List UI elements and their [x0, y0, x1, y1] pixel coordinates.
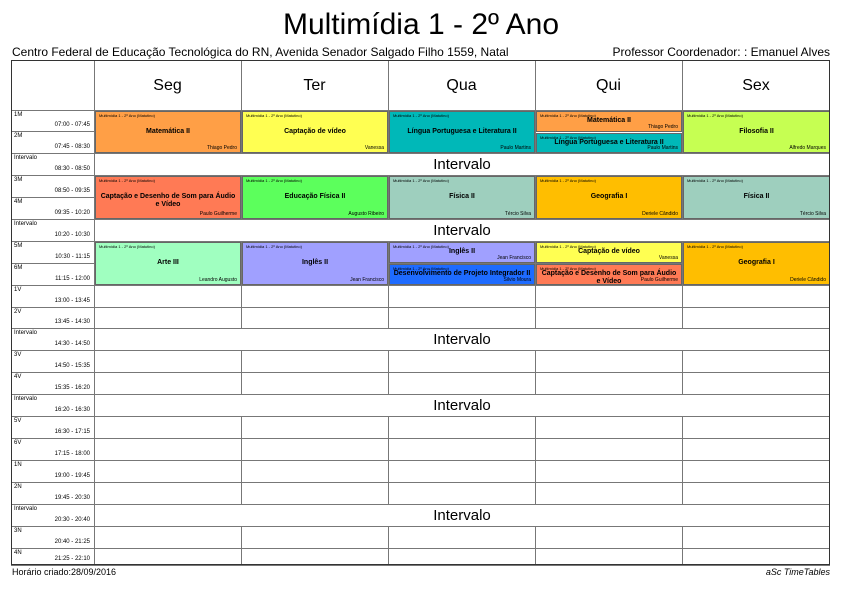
timetable-border [11, 60, 830, 565]
software-credit: aSc TimeTables [765, 567, 830, 577]
created-date: Horário criado:28/09/2016 [12, 567, 117, 577]
row-divider [11, 565, 830, 566]
